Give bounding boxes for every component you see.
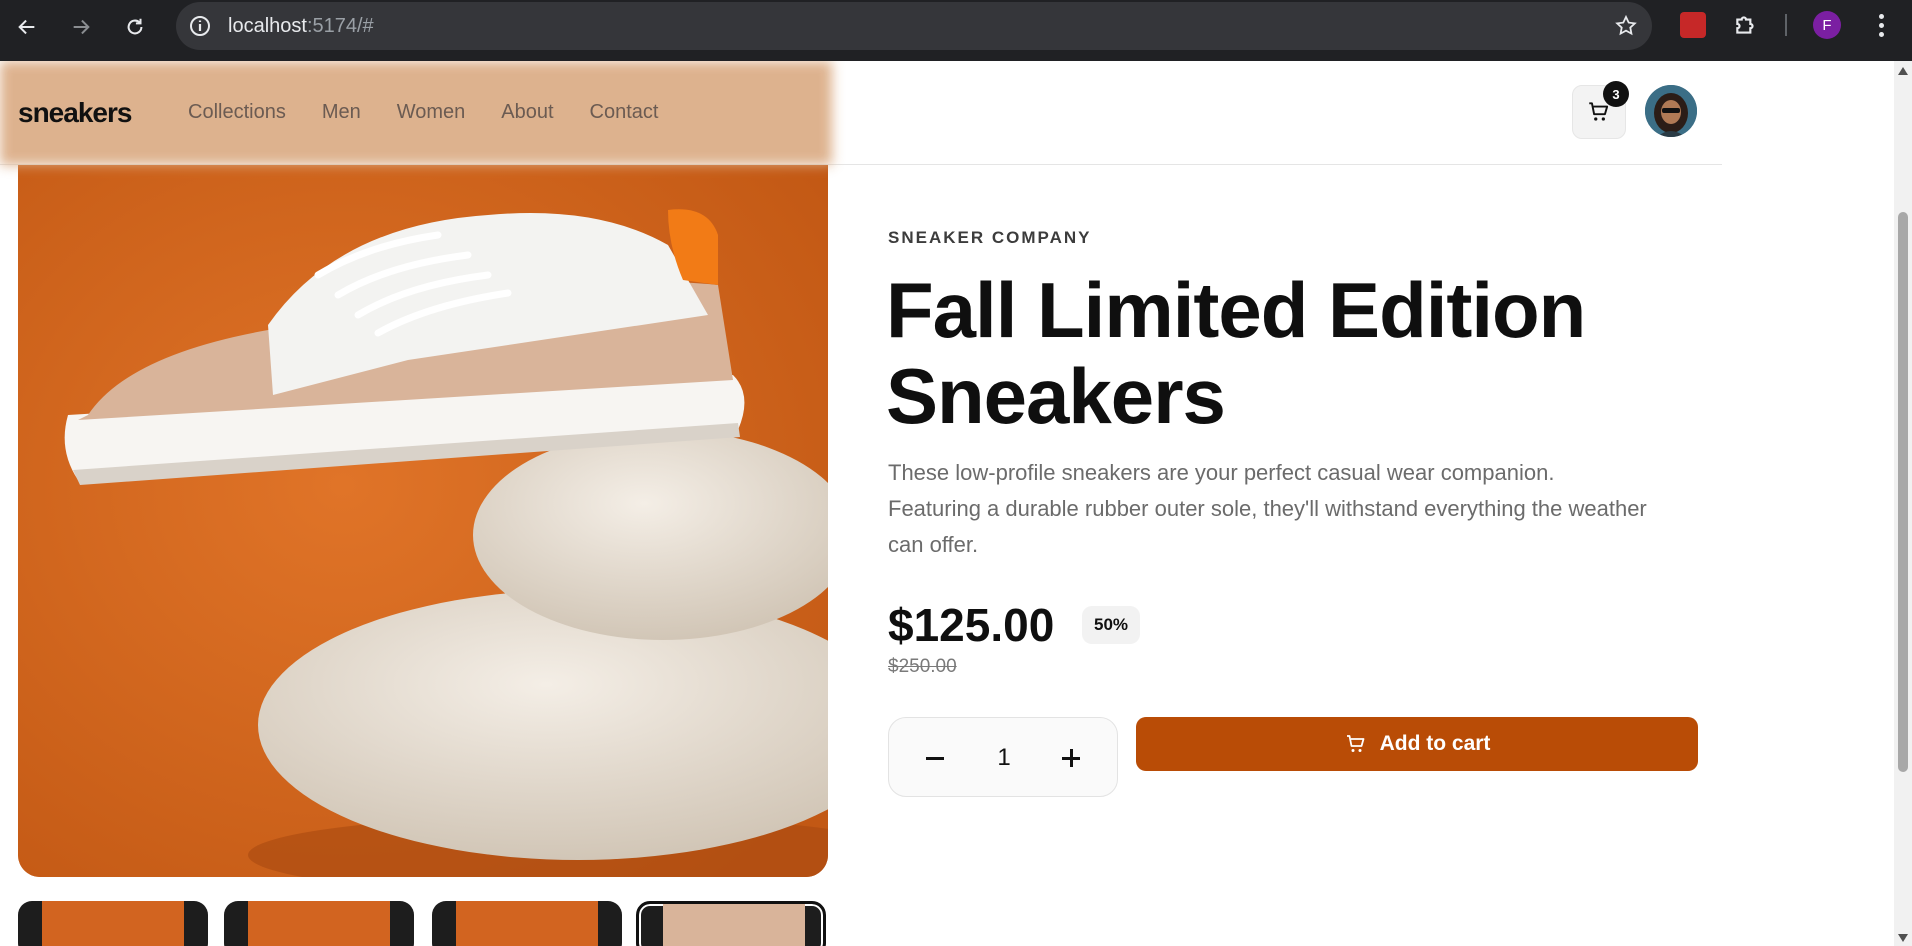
product-description: These low-profile sneakers are your perf…	[888, 460, 1647, 557]
add-to-cart-label: Add to cart	[1379, 732, 1491, 755]
avatar-image	[1645, 85, 1697, 137]
scroll-thumb[interactable]	[1898, 212, 1908, 772]
arrow-left-icon	[18, 19, 35, 35]
main-nav: Collections Men Women About Contact	[188, 101, 658, 124]
address-bar[interactable]: localhost:5174/#	[176, 2, 1652, 50]
url-host: localhost	[228, 15, 307, 37]
arrow-right-icon	[73, 19, 90, 35]
product-main-image[interactable]	[18, 165, 828, 877]
back-button[interactable]	[10, 10, 44, 44]
product-price: $125.00	[888, 599, 1055, 651]
reload-icon	[127, 18, 143, 35]
url-text: localhost:5174/#	[228, 14, 374, 38]
toolbar-divider	[1785, 14, 1787, 36]
page-scrollbar[interactable]	[1894, 61, 1912, 946]
cart-count-badge: 3	[1603, 81, 1629, 107]
browser-toolbar: localhost:5174/# F	[0, 0, 1912, 61]
nav-contact[interactable]: Contact	[590, 101, 659, 124]
sneaker-photo	[18, 165, 828, 877]
original-price: $250.00	[888, 656, 957, 677]
add-to-cart-button[interactable]: Add to cart	[1136, 717, 1698, 771]
page-viewport: sneakers Collections Men Women About Con…	[0, 61, 1894, 946]
bookmark-star-icon[interactable]	[1614, 14, 1638, 38]
profile-avatar[interactable]: F	[1813, 11, 1841, 39]
site-logo[interactable]: sneakers	[18, 97, 132, 129]
quantity-stepper: 1	[888, 717, 1118, 797]
user-avatar[interactable]	[1645, 85, 1697, 137]
extension-icon[interactable]	[1680, 12, 1706, 38]
forward-button[interactable]	[64, 10, 98, 44]
url-path: :5174/#	[306, 15, 374, 37]
site-header: sneakers Collections Men Women About Con…	[0, 61, 1722, 165]
nav-about[interactable]: About	[501, 101, 553, 124]
discount-badge: 50%	[1082, 606, 1141, 644]
nav-men[interactable]: Men	[322, 101, 361, 124]
nav-women[interactable]: Women	[397, 101, 466, 124]
thumbnail-strip	[18, 901, 830, 946]
increase-quantity-button[interactable]	[1055, 742, 1087, 774]
thumbnail-3[interactable]	[432, 901, 622, 946]
thumbnail-4[interactable]	[636, 901, 826, 946]
thumbnail-2[interactable]	[224, 901, 414, 946]
product-company: SNEAKER COMPANY	[888, 228, 1092, 247]
reload-button[interactable]	[118, 10, 152, 44]
extensions-puzzle-icon[interactable]	[1733, 12, 1759, 38]
product-title: Fall Limited Edition Sneakers	[886, 266, 1586, 440]
nav-collections[interactable]: Collections	[188, 101, 286, 124]
cart-icon	[1346, 735, 1364, 752]
site-info-icon[interactable]	[188, 14, 212, 38]
scroll-down-icon[interactable]	[1898, 934, 1908, 942]
browser-menu-icon[interactable]	[1868, 11, 1894, 39]
thumbnail-1[interactable]	[18, 901, 208, 946]
scroll-up-icon[interactable]	[1898, 67, 1908, 75]
